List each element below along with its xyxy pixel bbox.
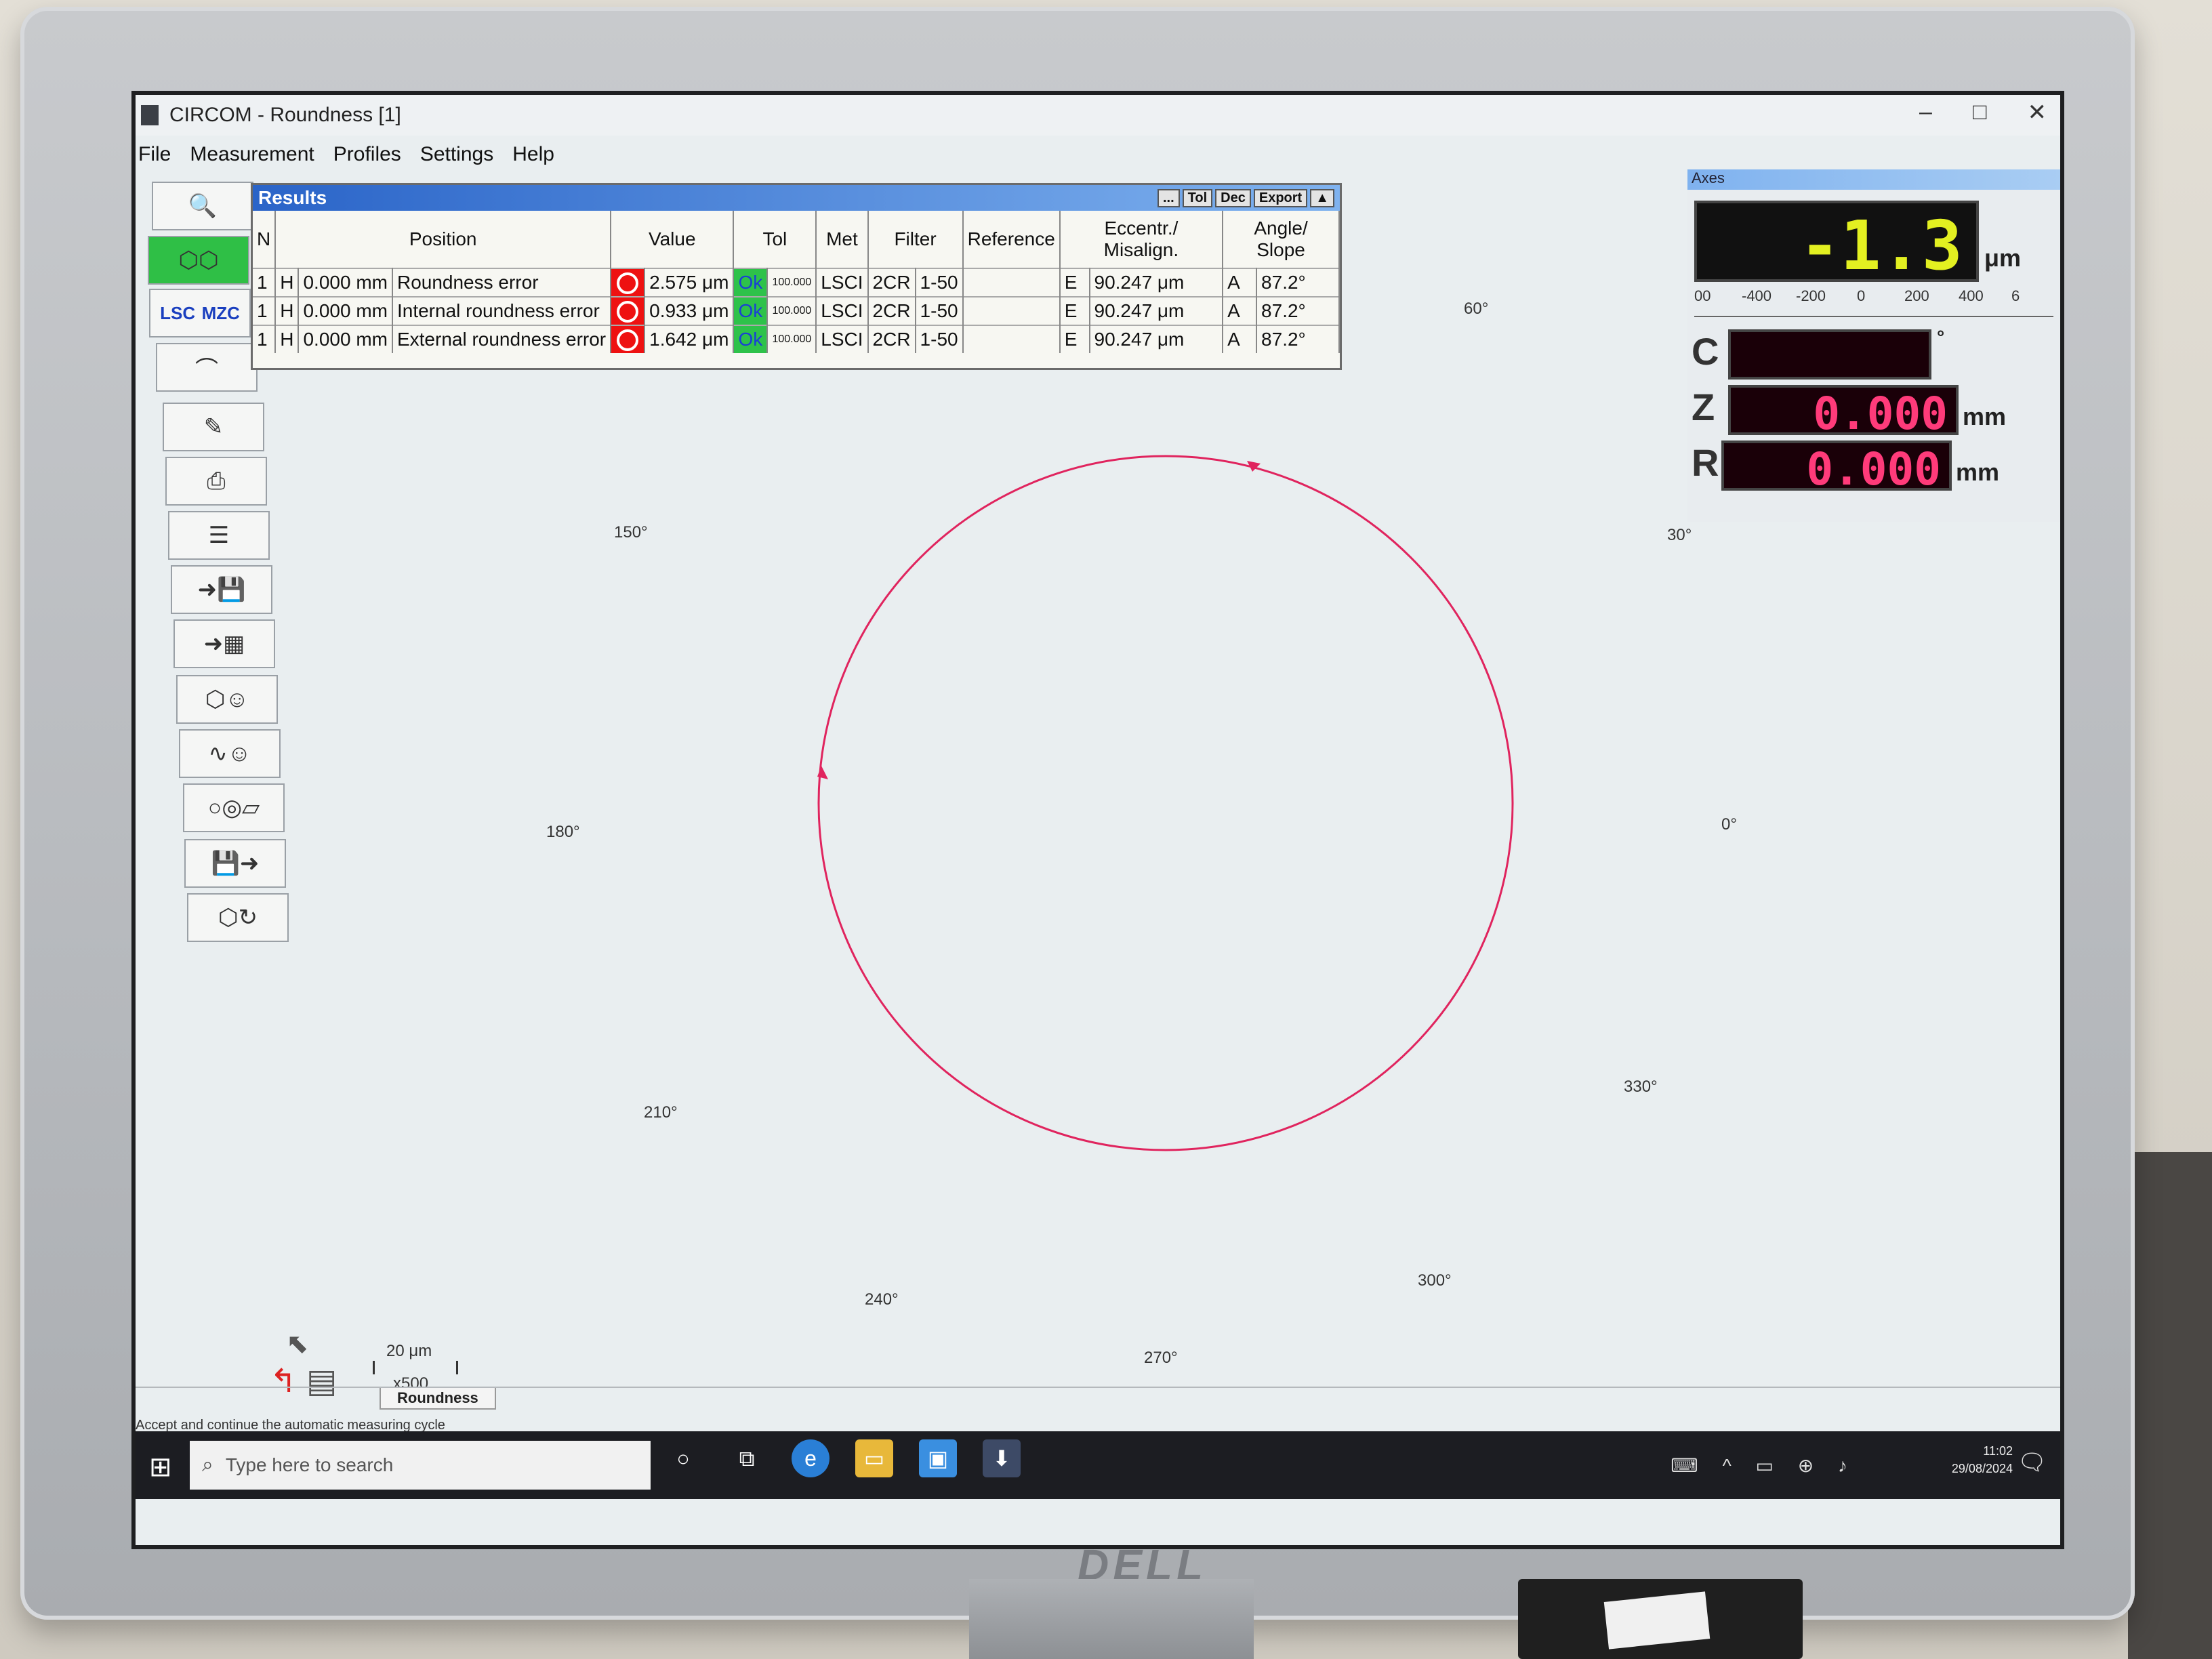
r-axis-label: R (1692, 441, 1719, 484)
task-view-icon[interactable]: ⧉ (728, 1439, 766, 1477)
main-readout-value: -1.3 (1799, 206, 1963, 285)
store-icon[interactable]: ▣ (919, 1439, 957, 1477)
ruler-tick: -200 (1796, 287, 1826, 304)
taskbar-apps: ○ ⧉ e ▭ ▣ ⬇ (664, 1439, 1021, 1477)
screen: CIRCOM - Roundness [1] – □ ✕ File Measur… (136, 95, 2060, 1545)
desk-object (2128, 1152, 2212, 1659)
tab-roundness[interactable]: Roundness (380, 1388, 496, 1410)
scale-bracket (373, 1361, 458, 1374)
z-readout: 0.000 (1728, 385, 1959, 440)
search-icon: ⌕ (202, 1454, 213, 1476)
main-readout-unit: μm (1984, 244, 2022, 272)
axes-panel: Axes -1.3 μm 00 -400 -200 0 200 400 6 C … (1687, 169, 2060, 522)
angle-300: 300° (1418, 1271, 1452, 1290)
angle-180: 180° (546, 823, 580, 841)
ruler-tick: -400 (1742, 287, 1772, 304)
c-readout (1728, 329, 1931, 380)
angle-210: 210° (644, 1103, 678, 1122)
scale-ruler: 00 -400 -200 0 200 400 6 (1694, 285, 2053, 317)
scale-value: 20 μm (386, 1342, 432, 1360)
angle-150: 150° (614, 523, 648, 541)
ruler-tick: 400 (1959, 287, 1984, 304)
circom-app-icon[interactable]: ⬇ (983, 1439, 1021, 1477)
angle-330: 330° (1624, 1078, 1658, 1096)
r-readout-unit: mm (1956, 458, 2000, 486)
edge-icon[interactable]: e (792, 1439, 830, 1477)
r-readout-value: 0.000 (1806, 443, 1941, 495)
ruler-tick: 200 (1904, 287, 1929, 304)
angle-240: 240° (865, 1290, 899, 1309)
z-readout-value: 0.000 (1813, 388, 1948, 440)
system-tray-icons[interactable]: ⌨ ^ ▭ ⊕ ♪ (1671, 1454, 1857, 1477)
pointer-icon[interactable]: ⬉ (286, 1328, 309, 1359)
taskbar: ⊞ ⌕ Type here to search ○ ⧉ e ▭ ▣ ⬇ ⌨ ^ … (136, 1431, 2060, 1499)
axes-title: Axes (1687, 169, 2060, 190)
clock-time: 11:02 (1983, 1444, 2013, 1458)
angle-30: 30° (1667, 526, 1692, 544)
z-axis-label: Z (1692, 386, 1715, 428)
angle-270: 270° (1144, 1349, 1178, 1367)
clock-date: 29/08/2024 (1951, 1462, 2013, 1475)
monitor-stand (969, 1579, 1254, 1659)
main-readout: -1.3 (1694, 201, 1979, 285)
r-readout: 0.000 (1721, 441, 1952, 495)
file-explorer-icon[interactable]: ▭ (855, 1439, 893, 1477)
clock[interactable]: 11:02 29/08/2024 (1952, 1442, 2013, 1477)
z-readout-unit: mm (1963, 403, 2007, 430)
cortana-icon[interactable]: ○ (664, 1439, 702, 1477)
search-placeholder: Type here to search (225, 1454, 394, 1475)
ruler-tick: 00 (1694, 287, 1711, 304)
c-axis-label: C (1692, 330, 1719, 373)
c-readout-unit: ° (1937, 327, 1945, 348)
roundness-trace (817, 455, 1514, 1151)
notifications-icon[interactable]: 🗨 (2018, 1449, 2047, 1476)
angle-0: 0° (1721, 815, 1737, 834)
taskbar-search[interactable]: ⌕ Type here to search (190, 1441, 651, 1490)
angle-60: 60° (1464, 300, 1489, 318)
ruler-tick: 0 (1857, 287, 1866, 304)
windows-start-icon[interactable]: ⊞ (149, 1452, 172, 1483)
ruler-tick: 6 (2011, 287, 2020, 304)
